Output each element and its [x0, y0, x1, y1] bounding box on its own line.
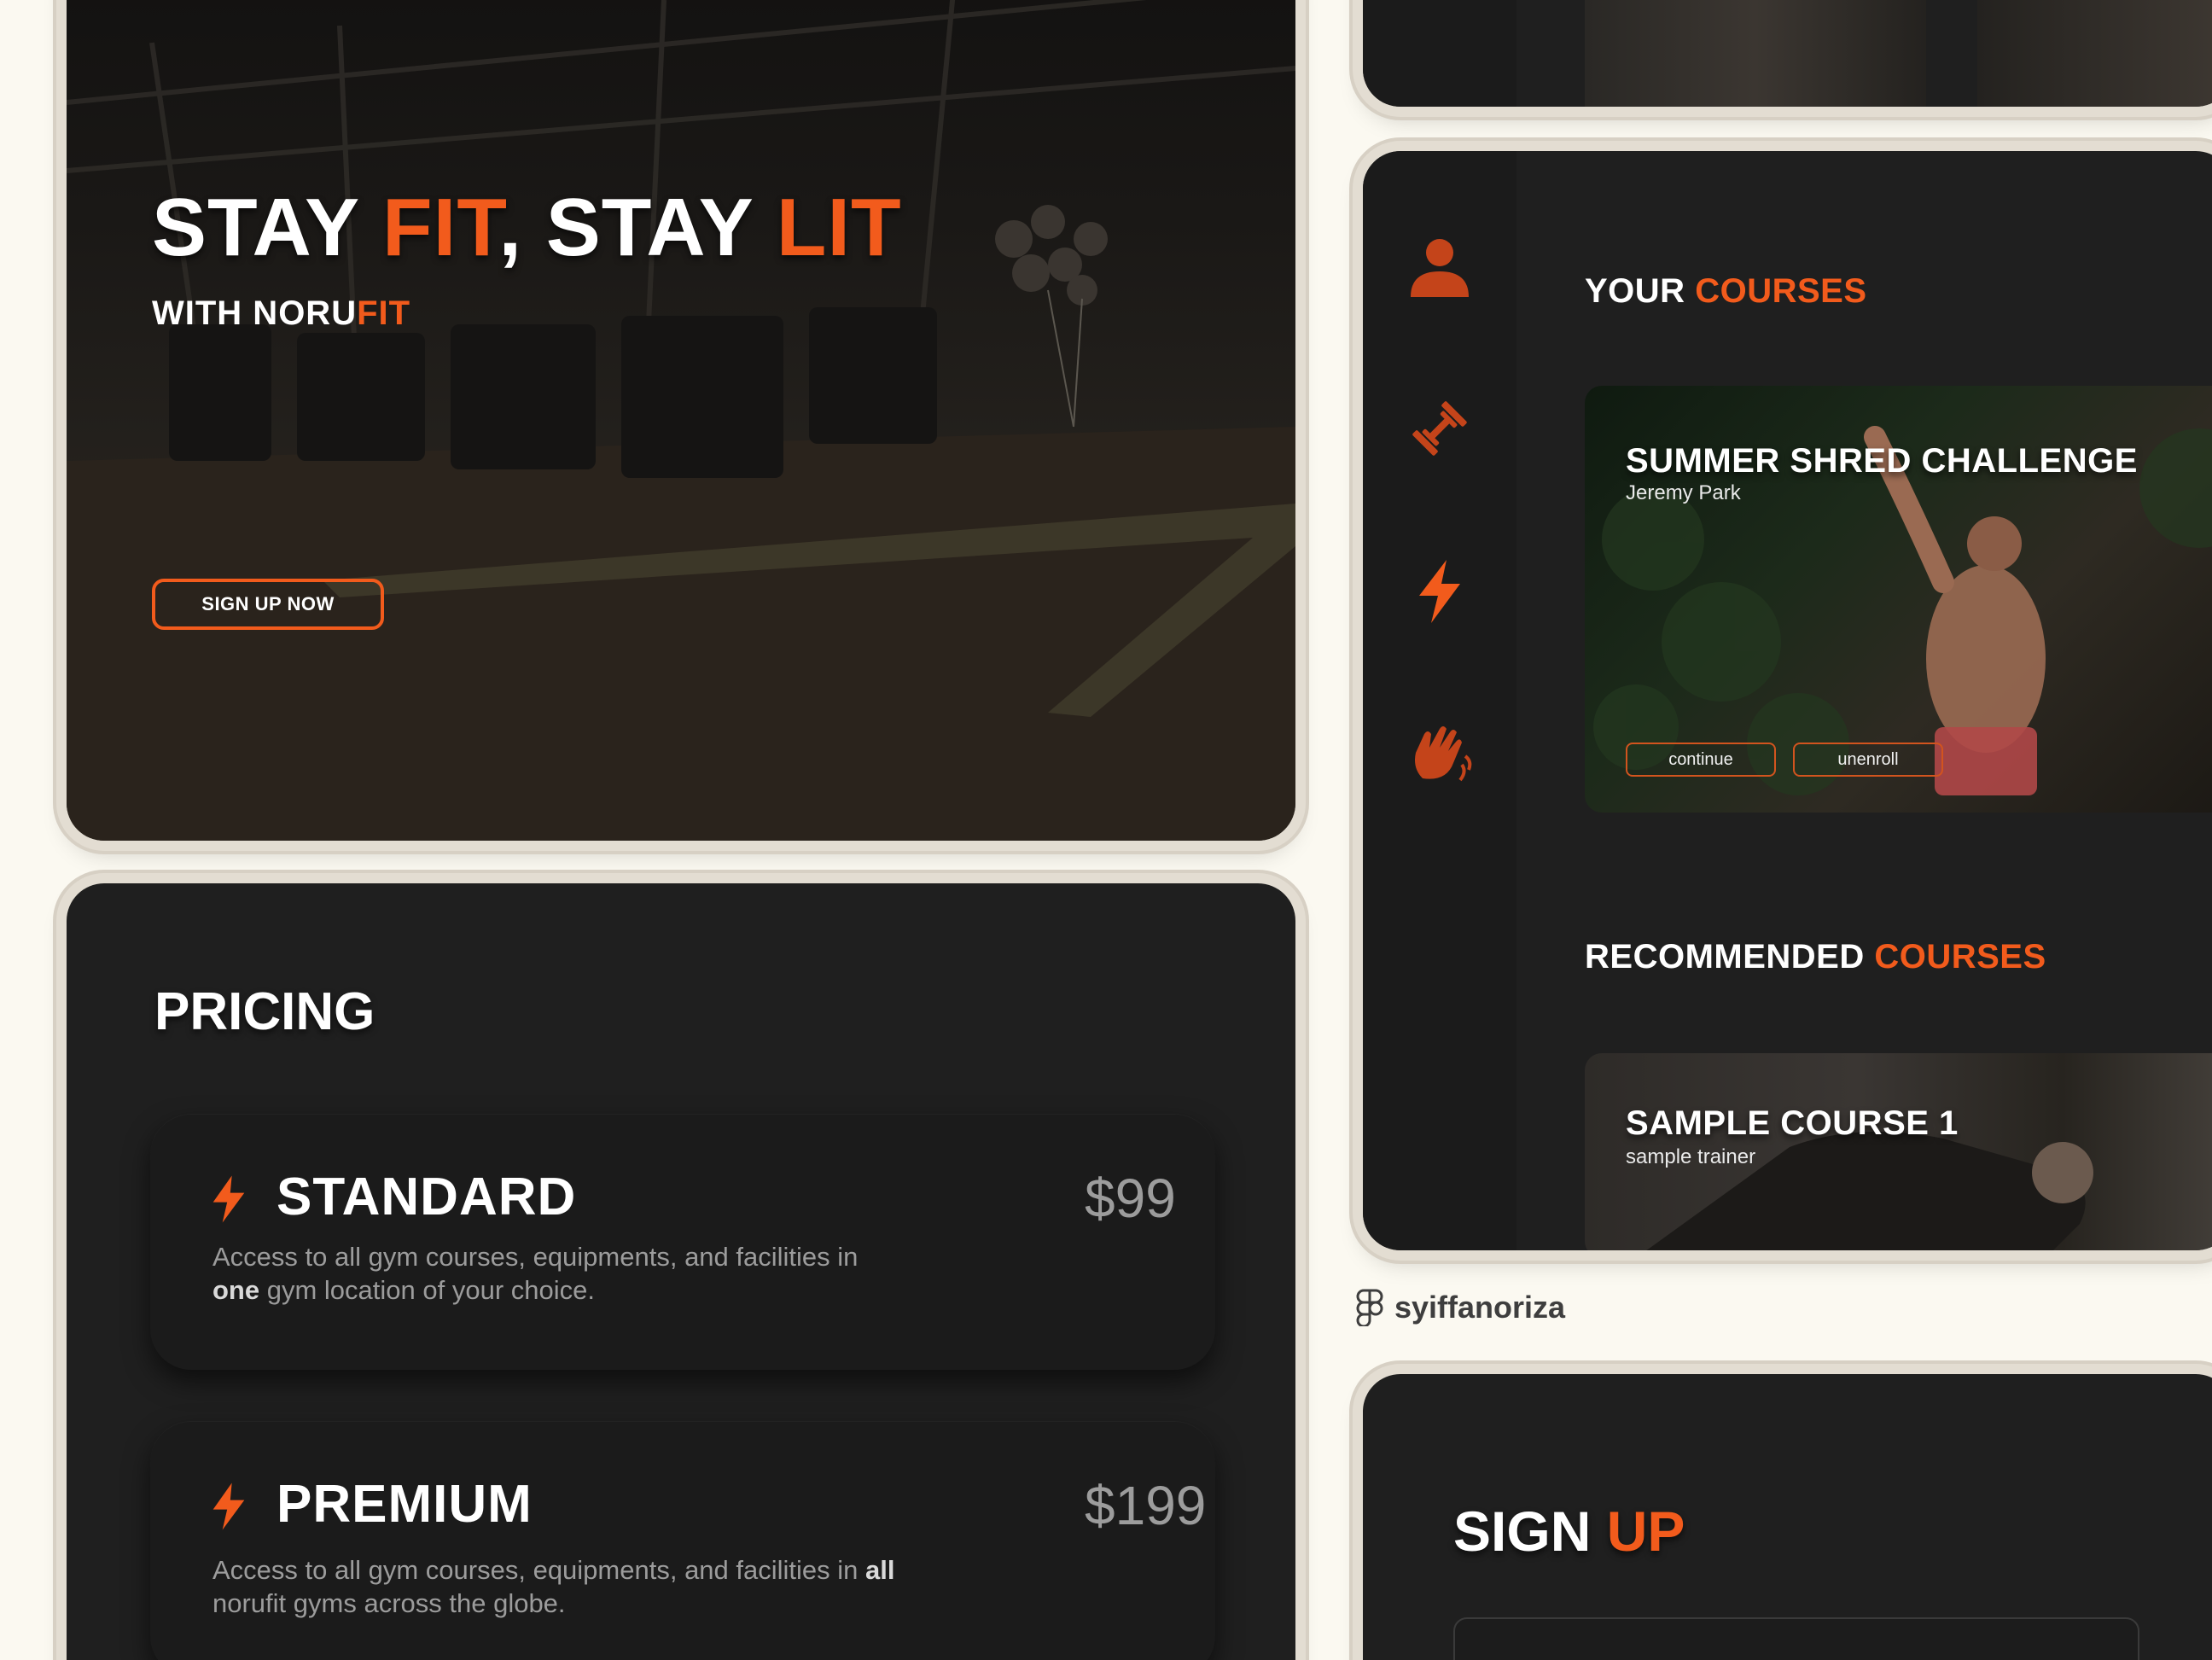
course-thumbnail[interactable]	[1977, 0, 2212, 107]
signup-title-accent: UP	[1606, 1500, 1685, 1563]
gym-background-image	[67, 0, 1295, 841]
hero-subtitle-part1: WITH NORU	[152, 294, 358, 332]
plan-description: Access to all gym courses, equipments, a…	[212, 1553, 912, 1620]
plan-price: $99	[1085, 1168, 1176, 1229]
top-right-card	[1363, 0, 2212, 107]
user-icon[interactable]	[1406, 232, 1474, 300]
plan-desc-bold: one	[212, 1275, 260, 1305]
pricing-card: PRICING STANDARD $99 Access to all gym c…	[67, 883, 1295, 1660]
hero-title: STAY FIT, STAY LIT	[152, 181, 902, 275]
signup-title: SIGN UP	[1453, 1499, 1685, 1564]
continue-button[interactable]: continue	[1626, 743, 1776, 777]
unenroll-button[interactable]: unenroll	[1793, 743, 1943, 777]
bolt-icon	[212, 1175, 245, 1223]
plan-desc-pre: Access to all gym courses, equipments, a…	[212, 1555, 866, 1585]
course-trainer: Jeremy Park	[1626, 481, 1741, 504]
plan-description: Access to all gym courses, equipments, a…	[212, 1240, 912, 1307]
plan-name: STANDARD	[276, 1168, 577, 1226]
hero-subtitle: WITH NORUFIT	[152, 294, 410, 333]
course-title: SAMPLE COURSE 1	[1626, 1104, 1959, 1142]
dashboard-card: YOUR COURSES SUMMER SHRED CHALLENGE Jere…	[1363, 151, 2212, 1250]
enrolled-course-card[interactable]: SUMMER SHRED CHALLENGE Jeremy Park conti…	[1585, 386, 2212, 813]
side-rail	[1363, 0, 1516, 107]
hero-title-fit: FIT	[382, 182, 499, 273]
bolt-icon	[212, 1482, 245, 1530]
bolt-icon[interactable]	[1406, 556, 1474, 625]
plan-desc-pre: Access to all gym courses, equipments, a…	[212, 1242, 859, 1272]
hero-card: STAY FIT, STAY LIT WITH NORUFIT SIGN UP …	[67, 0, 1295, 841]
plan-price: $199	[1085, 1475, 1207, 1536]
hero-subtitle-fit: FIT	[357, 294, 411, 332]
recommended-courses-title-pre: RECOMMENDED	[1585, 938, 1875, 976]
hero-title-lit: LIT	[776, 182, 902, 273]
plan-standard[interactable]: STANDARD $99 Access to all gym courses, …	[150, 1114, 1215, 1370]
your-courses-title: YOUR COURSES	[1585, 272, 1867, 311]
pricing-title: PRICING	[154, 982, 375, 1041]
clap-hands-icon[interactable]	[1406, 719, 1474, 787]
signup-card: SIGN UP	[1363, 1374, 2212, 1660]
plan-premium[interactable]: PREMIUM $199 Access to all gym courses, …	[150, 1421, 1215, 1660]
recommended-courses-title: RECOMMENDED COURSES	[1585, 938, 2046, 976]
hero-title-part1: STAY	[152, 182, 383, 273]
course-title: SUMMER SHRED CHALLENGE	[1626, 442, 2138, 480]
recommended-course-card[interactable]: SAMPLE COURSE 1 sample trainer	[1585, 1053, 2212, 1250]
plan-desc-post: norufit gyms across the globe.	[212, 1588, 566, 1618]
recommended-courses-title-accent: COURSES	[1874, 938, 2046, 976]
signup-title-pre: SIGN	[1453, 1500, 1607, 1563]
course-trainer: sample trainer	[1626, 1145, 1756, 1168]
side-rail	[1363, 151, 1516, 1250]
course-thumbnail[interactable]	[1585, 0, 1926, 107]
author-name: syiffanoriza	[1394, 1290, 1566, 1325]
your-courses-title-accent: COURSES	[1695, 272, 1867, 310]
figma-icon	[1356, 1289, 1383, 1326]
plan-desc-post: gym location of your choice.	[259, 1275, 595, 1305]
plan-desc-bold: all	[865, 1555, 895, 1585]
sign-up-now-button[interactable]: SIGN UP NOW	[152, 579, 384, 630]
plan-name: PREMIUM	[276, 1475, 533, 1534]
hero-title-part2: , STAY	[498, 182, 777, 273]
username-input[interactable]	[1453, 1617, 2139, 1660]
figma-credit: syiffanoriza	[1355, 1289, 1565, 1326]
dumbbell-icon[interactable]	[1406, 394, 1474, 463]
your-courses-title-pre: YOUR	[1585, 272, 1696, 310]
